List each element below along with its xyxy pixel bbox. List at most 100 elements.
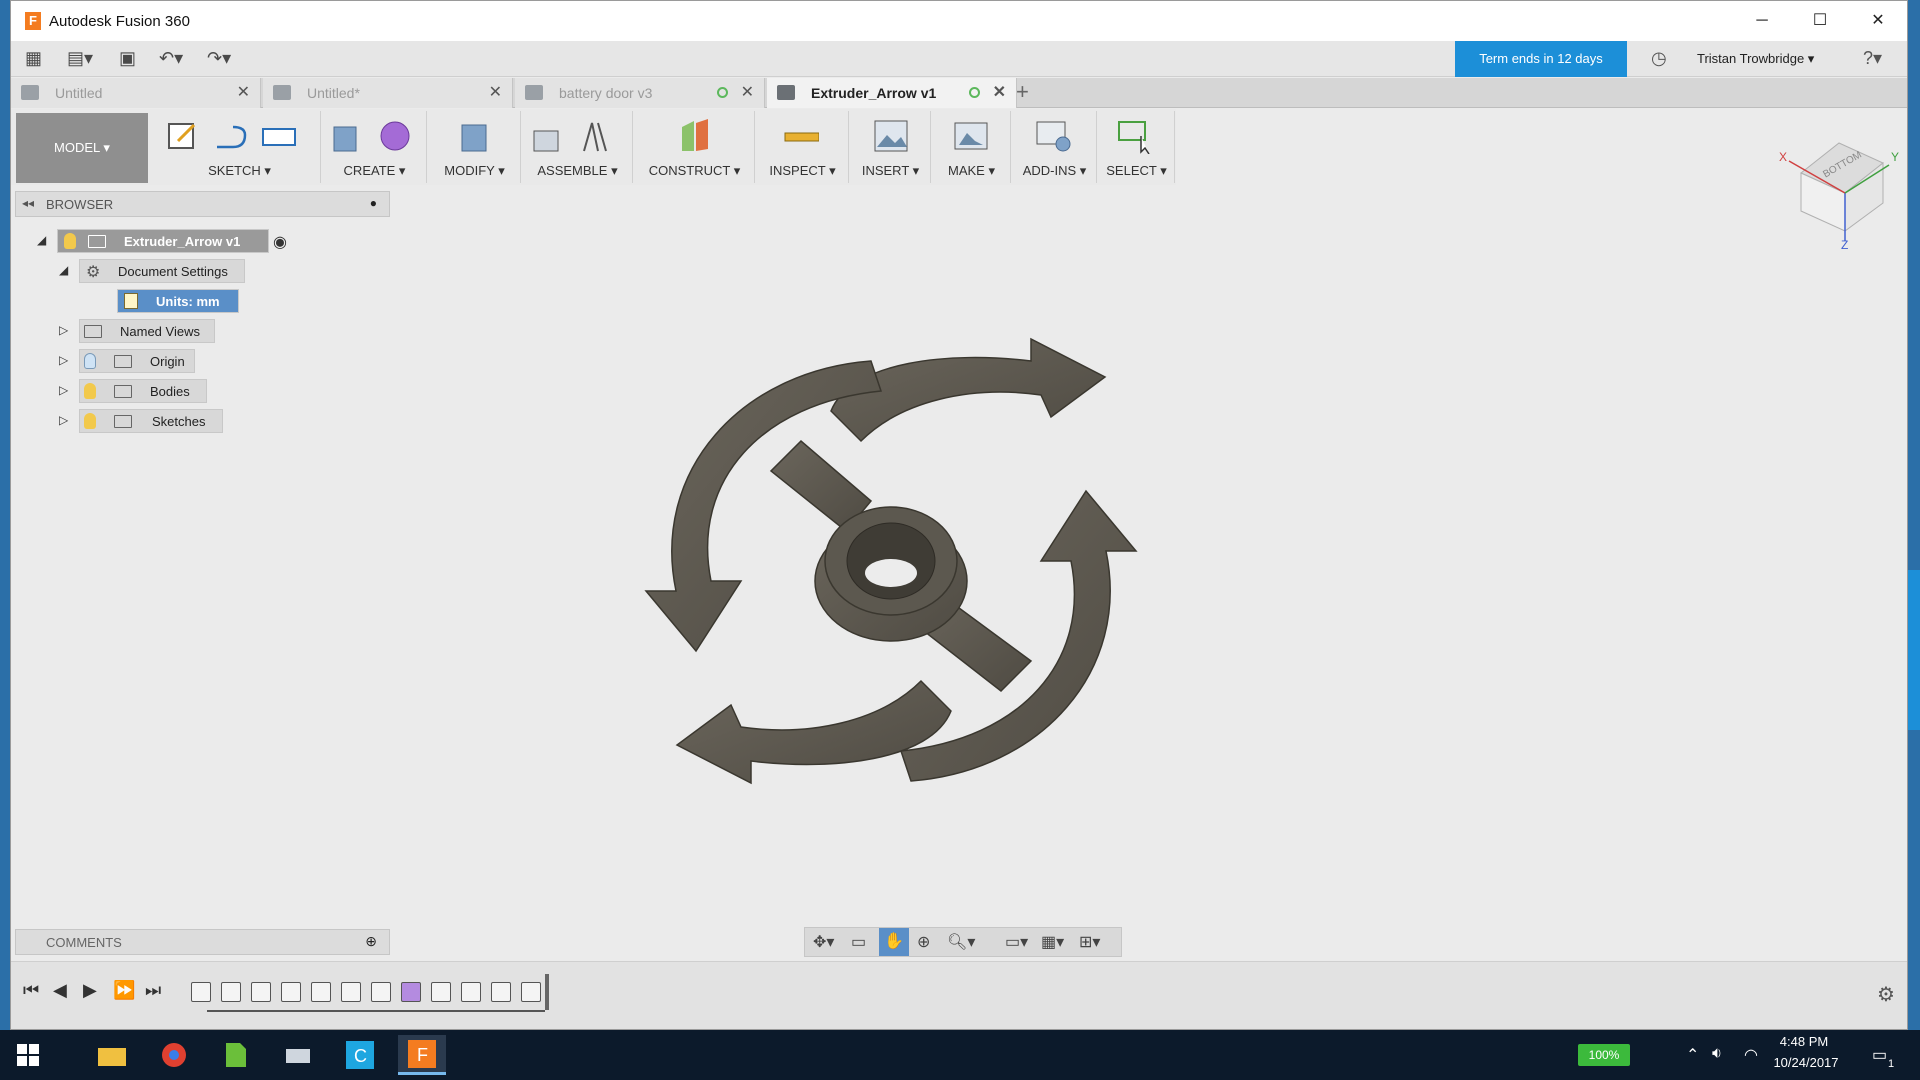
- job-status-clock-icon[interactable]: ◷: [1651, 48, 1667, 69]
- view-cube[interactable]: X Y Z BOTTOM: [1771, 131, 1901, 256]
- timeline-fillet-feature[interactable]: [491, 982, 511, 1002]
- start-button[interactable]: [4, 1035, 52, 1075]
- insert-image-icon[interactable]: [873, 117, 909, 155]
- collapse-triangle-icon[interactable]: ◢: [37, 233, 46, 247]
- form-icon[interactable]: [377, 117, 413, 155]
- scripts-addins-icon[interactable]: [1035, 117, 1071, 155]
- rectangle-icon[interactable]: [261, 117, 297, 155]
- visibility-bulb-icon[interactable]: [84, 353, 96, 369]
- timeline-fillet-feature[interactable]: [341, 982, 361, 1002]
- timeline-sketch-feature[interactable]: [251, 982, 271, 1002]
- expand-triangle-icon[interactable]: ▷: [59, 383, 68, 397]
- timeline-extrude-feature[interactable]: [281, 982, 301, 1002]
- inspect-group[interactable]: INSPECT ▾: [757, 111, 849, 183]
- clock-date[interactable]: 10/24/2017: [1768, 1055, 1844, 1070]
- expand-triangle-icon[interactable]: ▷: [59, 413, 68, 427]
- close-button[interactable]: ✕: [1849, 1, 1907, 41]
- tab-untitled-modified[interactable]: Untitled* ✕: [263, 78, 513, 108]
- construct-group[interactable]: CONSTRUCT ▾: [635, 111, 755, 183]
- browser-panel-header[interactable]: ◂◂ BROWSER ●: [15, 191, 390, 217]
- action-center-icon[interactable]: ▭: [1872, 1045, 1887, 1065]
- measure-icon[interactable]: [783, 117, 819, 155]
- 3d-print-icon[interactable]: [953, 117, 989, 155]
- close-tab-icon[interactable]: ✕: [489, 78, 502, 108]
- expand-triangle-icon[interactable]: ▷: [59, 323, 68, 337]
- file-menu-icon[interactable]: ▤▾: [67, 48, 93, 69]
- scrollbar[interactable]: [1908, 570, 1920, 730]
- file-explorer-icon[interactable]: [88, 1035, 136, 1075]
- play-icon[interactable]: ▶: [83, 980, 97, 1001]
- units-setting[interactable]: Units: mm: [117, 289, 239, 313]
- zoom-icon[interactable]: 🔍︎▾: [947, 932, 975, 952]
- add-comment-icon[interactable]: ⊕: [365, 933, 377, 950]
- step-back-icon[interactable]: ◀: [53, 980, 67, 1001]
- pin-icon[interactable]: ●: [370, 196, 377, 210]
- printer-app-icon[interactable]: [274, 1035, 322, 1075]
- workspace-switcher[interactable]: MODEL ▾: [16, 113, 148, 183]
- clock-time[interactable]: 4:48 PM: [1774, 1034, 1834, 1049]
- cura-app-icon[interactable]: C: [336, 1035, 384, 1075]
- sheets-app-icon[interactable]: [212, 1035, 260, 1075]
- visibility-bulb-icon[interactable]: [84, 383, 96, 399]
- data-panel-grid-icon[interactable]: ▦: [25, 48, 42, 69]
- chrome-icon[interactable]: [150, 1035, 198, 1075]
- term-notice-button[interactable]: Term ends in 12 days: [1455, 41, 1627, 77]
- grid-settings-icon[interactable]: ▦▾: [1041, 932, 1064, 952]
- save-icon[interactable]: ▣: [119, 48, 136, 69]
- tab-battery-door[interactable]: battery door v3 ✕: [515, 78, 765, 108]
- timeline-sketch-feature[interactable]: [191, 982, 211, 1002]
- line-icon[interactable]: [213, 117, 249, 155]
- pan-hand-icon[interactable]: ✋: [879, 928, 909, 956]
- expand-triangle-icon[interactable]: ▷: [59, 353, 68, 367]
- minimize-button[interactable]: ─: [1733, 1, 1791, 41]
- go-to-start-icon[interactable]: ⏮: [23, 980, 39, 1001]
- visibility-bulb-icon[interactable]: [64, 233, 76, 249]
- named-views[interactable]: Named Views: [79, 319, 215, 343]
- undo-icon[interactable]: ↶▾: [159, 48, 183, 69]
- battery-indicator[interactable]: 100%: [1578, 1044, 1630, 1066]
- bodies[interactable]: Bodies: [79, 379, 207, 403]
- offset-plane-icon[interactable]: [677, 117, 713, 155]
- sketch-group[interactable]: SKETCH ▾: [159, 111, 321, 183]
- addins-group[interactable]: ADD-INS ▾: [1013, 111, 1097, 183]
- timeline-sketch-feature[interactable]: [311, 982, 331, 1002]
- timeline-fillet-feature[interactable]: [461, 982, 481, 1002]
- wifi-icon[interactable]: ◠: [1744, 1045, 1758, 1065]
- origin[interactable]: Origin: [79, 349, 195, 373]
- visibility-bulb-icon[interactable]: [84, 413, 96, 429]
- create-group[interactable]: CREATE ▾: [323, 111, 427, 183]
- timeline-fillet-feature[interactable]: [521, 982, 541, 1002]
- extruder-arrow-model[interactable]: [571, 291, 1211, 831]
- timeline-marker[interactable]: [545, 974, 549, 1010]
- timeline-settings-gear-icon[interactable]: ⚙: [1877, 982, 1895, 1007]
- orbit-icon[interactable]: ✥▾: [813, 932, 834, 952]
- close-tab-icon[interactable]: ✕: [993, 78, 1006, 108]
- timeline-extrude-feature[interactable]: [221, 982, 241, 1002]
- redo-icon[interactable]: ↷▾: [207, 48, 231, 69]
- close-tab-icon[interactable]: ✕: [741, 78, 754, 108]
- assemble-group[interactable]: ASSEMBLE ▾: [523, 111, 633, 183]
- show-hidden-icons-icon[interactable]: ⌃: [1686, 1045, 1699, 1065]
- viewports-icon[interactable]: ⊞▾: [1079, 932, 1100, 952]
- user-account-menu[interactable]: Tristan Trowbridge ▾: [1697, 51, 1814, 67]
- zoom-window-icon[interactable]: ⊕: [917, 932, 930, 952]
- extrude-icon[interactable]: [329, 117, 365, 155]
- help-icon[interactable]: ?▾: [1863, 48, 1882, 69]
- tab-extruder-arrow[interactable]: Extruder_Arrow v1 ✕: [767, 78, 1017, 108]
- fusion-360-taskbar-icon[interactable]: F: [398, 1035, 446, 1075]
- collapse-browser-icon[interactable]: ◂◂: [22, 196, 34, 210]
- look-at-icon[interactable]: ▭: [851, 932, 866, 952]
- go-to-end-icon[interactable]: ⏭: [145, 980, 161, 1001]
- maximize-button[interactable]: ☐: [1791, 1, 1849, 41]
- create-sketch-icon[interactable]: [165, 117, 201, 155]
- step-forward-icon[interactable]: ⏩: [113, 980, 135, 1001]
- root-component[interactable]: Extruder_Arrow v1: [57, 229, 269, 253]
- select-icon[interactable]: [1117, 117, 1153, 155]
- joint-icon[interactable]: [577, 117, 613, 155]
- collapse-triangle-icon[interactable]: ◢: [59, 263, 68, 277]
- display-settings-icon[interactable]: ▭▾: [1005, 932, 1028, 952]
- new-tab-button[interactable]: +: [1016, 79, 1029, 105]
- sketches[interactable]: Sketches: [79, 409, 223, 433]
- timeline-fillet-feature[interactable]: [371, 982, 391, 1002]
- close-tab-icon[interactable]: ✕: [237, 78, 250, 108]
